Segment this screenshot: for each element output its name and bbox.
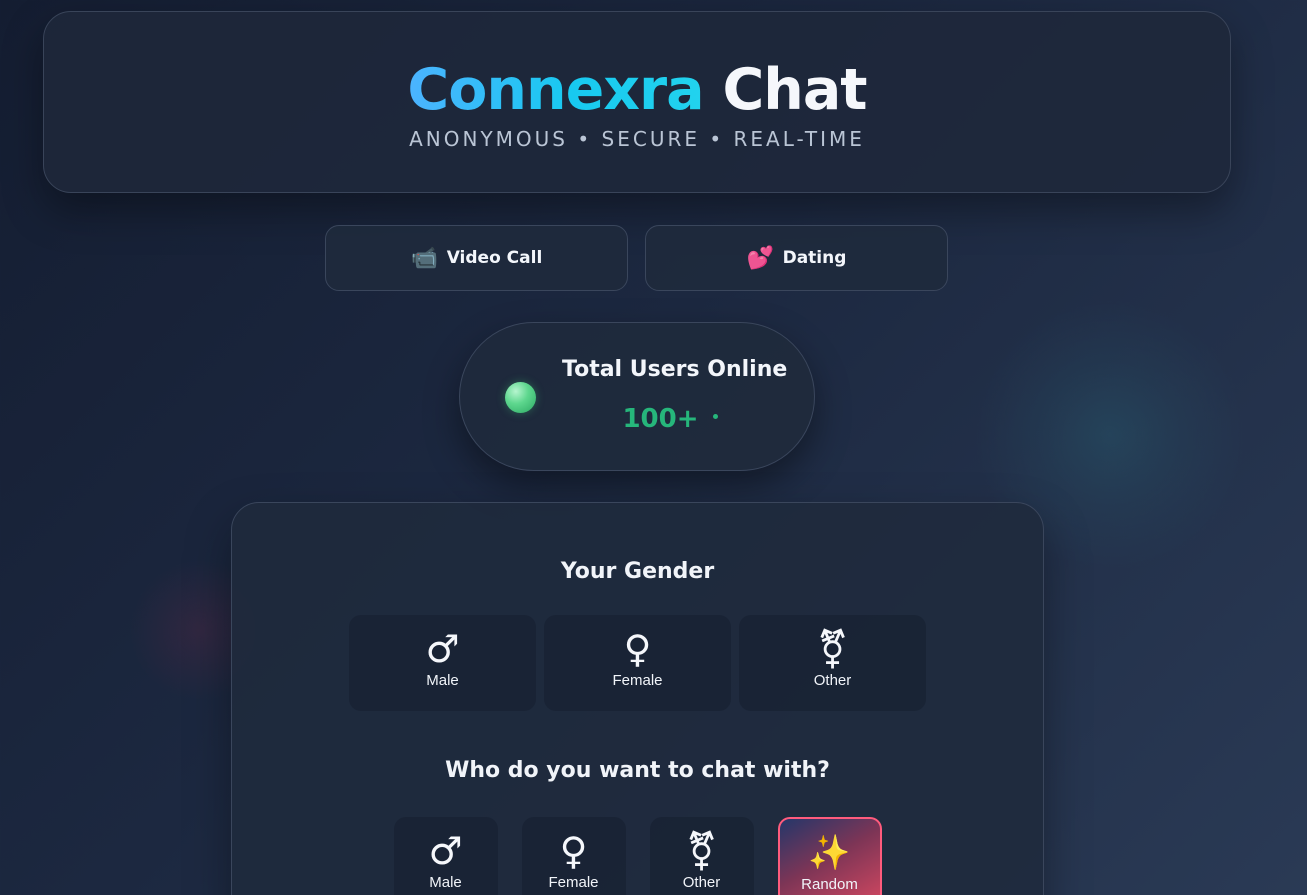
your-gender-other[interactable]: ⚧ Other [739, 615, 926, 711]
male-symbol-icon: ♂ [425, 627, 460, 671]
chat-with-female[interactable]: ♀ Female [521, 817, 626, 895]
video-call-button[interactable]: 📹 Video Call [325, 225, 628, 291]
your-gender-other-label: Other [813, 672, 852, 689]
online-status-icon [505, 382, 536, 413]
chat-with-other[interactable]: ⚧ Other [649, 817, 754, 895]
male-symbol-icon: ♂ [428, 829, 463, 873]
gender-selector-panel: Your Gender ♂ Male ♀ Female ⚧ Other Who … [231, 502, 1044, 895]
your-gender-female[interactable]: ♀ Female [544, 615, 731, 711]
app-title-brand: Connexra [407, 57, 704, 123]
chat-with-female-label: Female [548, 874, 599, 891]
chat-with-male[interactable]: ♂ Male [393, 817, 498, 895]
users-online-count: 100+ [562, 402, 778, 436]
female-symbol-icon: ♀ [559, 829, 588, 873]
transgender-symbol-icon: ⚧ [816, 627, 849, 671]
chat-with-options: ♂ Male ♀ Female ⚧ Other ✨ Random [232, 817, 1043, 895]
chat-with-other-label: Other [682, 874, 721, 891]
sparkles-icon: ✨ [808, 833, 851, 873]
two-hearts-icon: 💕 [746, 245, 774, 270]
users-online-card: Total Users Online 100+ [459, 322, 815, 471]
users-count-value: 100+ [622, 404, 699, 434]
your-gender-options: ♂ Male ♀ Female ⚧ Other [232, 615, 1043, 711]
app-title-chat: Chat [722, 57, 867, 123]
female-symbol-icon: ♀ [623, 627, 652, 671]
header-card: Connexra Chat ANONYMOUS • SECURE • REAL-… [43, 11, 1231, 193]
app-title: Connexra Chat [44, 56, 1230, 124]
chat-with-male-label: Male [429, 874, 462, 891]
users-online-title: Total Users Online [562, 357, 788, 382]
your-gender-title: Your Gender [560, 559, 715, 584]
live-pulse-icon [712, 414, 718, 419]
your-gender-male-label: Male [426, 672, 459, 689]
chat-with-title: Who do you want to chat with? [445, 758, 830, 783]
video-camera-icon: 📹 [410, 245, 439, 270]
dating-label: Dating [782, 248, 847, 268]
video-call-label: Video Call [446, 248, 543, 268]
your-gender-male[interactable]: ♂ Male [349, 615, 536, 711]
app-tagline: ANONYMOUS • SECURE • REAL-TIME [409, 127, 865, 151]
chat-with-random-label: Random [801, 876, 858, 893]
chat-with-random[interactable]: ✨ Random [777, 817, 882, 895]
dating-button[interactable]: 💕 Dating [645, 225, 948, 291]
your-gender-female-label: Female [612, 672, 663, 689]
transgender-symbol-icon: ⚧ [685, 829, 718, 873]
